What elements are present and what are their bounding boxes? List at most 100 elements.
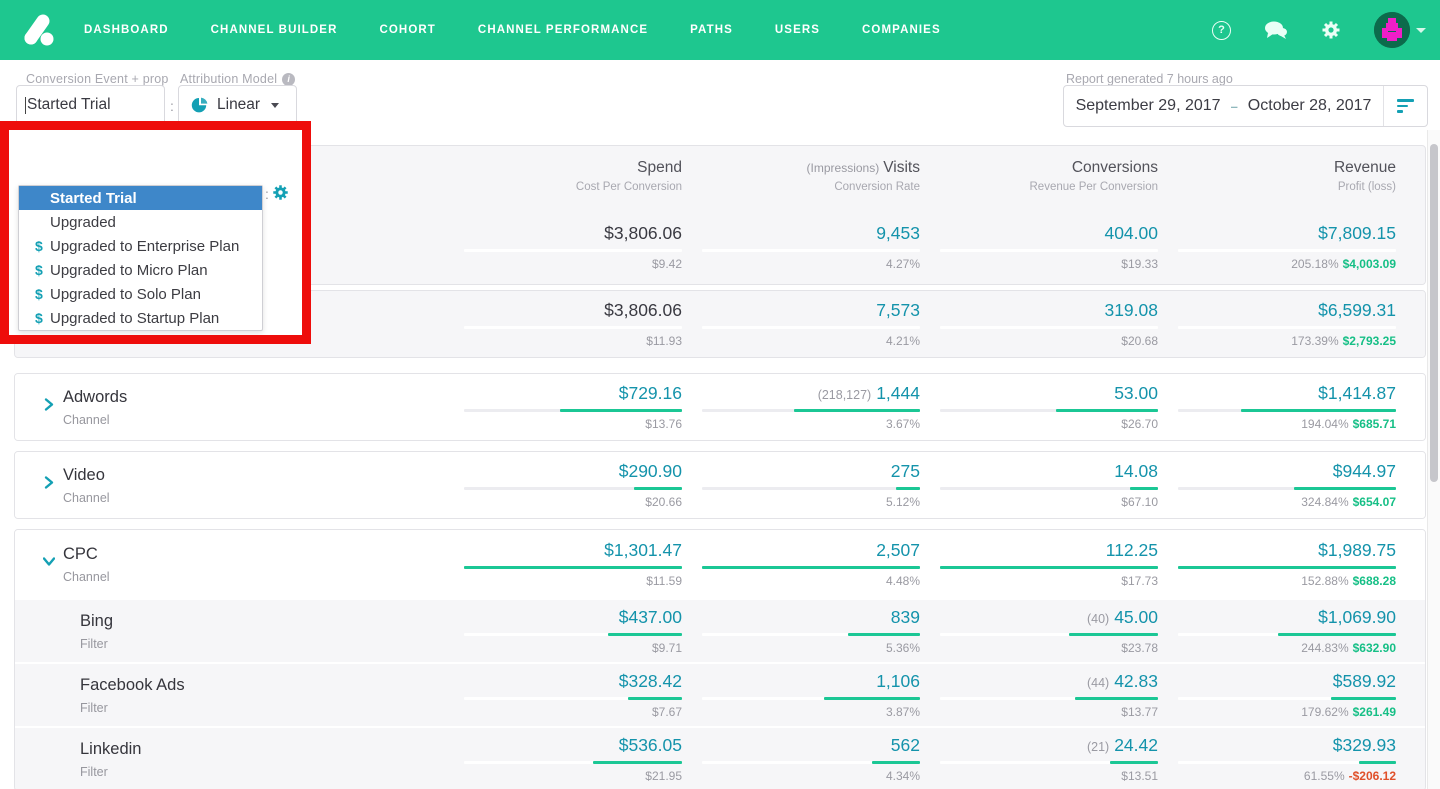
chevron-right-icon[interactable] [43,476,55,495]
avatar[interactable] [1374,12,1410,48]
event-menu-item-started-trial[interactable]: Started Trial [19,186,262,210]
separator-colon-2: : [265,186,269,202]
spend-value[interactable]: $729.16 [619,383,682,404]
total-revenue-cell: $7,809.15 205.18% $4,003.09 [1158,223,1396,271]
settings-gear-icon[interactable] [1321,20,1341,40]
visits-value[interactable]: 9,453 [876,223,920,244]
row-title[interactable]: Linkedin [80,740,444,759]
visits-value[interactable]: 275 [891,461,920,482]
event-menu-item-upgraded[interactable]: Upgraded [19,210,262,234]
event-menu-item-upgraded-to-startup-plan[interactable]: $ Upgraded to Startup Plan [19,306,262,330]
spend-value[interactable]: $536.05 [619,735,682,756]
revenue-value[interactable]: $589.92 [1333,671,1396,692]
visits-value[interactable]: (218,127) 1,444 [818,383,920,404]
conversions-value[interactable]: 112.25 [1106,540,1158,561]
attribution-model-label: Attribution Model i [180,72,296,86]
chevron-right-icon[interactable] [43,398,55,417]
conversions-value[interactable]: (40) 45.00 [1087,607,1158,628]
conversions-value[interactable]: 404.00 [1104,223,1158,244]
visits-value[interactable]: 2,507 [876,540,920,561]
column-header-visits[interactable]: (Impressions) Visits Conversion Rate [682,159,920,193]
spend-value[interactable]: $437.00 [619,607,682,628]
row-title[interactable]: Adwords [63,388,444,407]
visits-bar-fill [896,487,920,490]
spend-value[interactable]: $328.42 [619,671,682,692]
visits-value[interactable]: 562 [891,735,920,756]
spend-value[interactable]: $290.90 [619,461,682,482]
scrollbar-track[interactable] [1427,130,1440,789]
nav-item-users[interactable]: USERS [775,24,820,36]
profit-value: $685.71 [1352,417,1396,431]
event-settings-gear-icon[interactable] [272,184,289,206]
help-icon[interactable]: ? [1212,20,1231,40]
event-menu-item-upgraded-to-enterprise-plan[interactable]: $ Upgraded to Enterprise Plan [19,234,262,258]
app-logo-icon[interactable] [16,7,62,53]
chat-icon[interactable] [1264,20,1288,40]
conversions-value[interactable]: (21) 24.42 [1087,735,1158,756]
row-title[interactable]: Video [63,466,444,485]
revenue-value[interactable]: $1,989.75 [1318,540,1396,561]
nav-item-channel-performance[interactable]: CHANNEL PERFORMANCE [478,24,648,36]
date-range-end: October 28, 2017 [1247,97,1372,114]
chevron-down-icon[interactable] [42,555,56,574]
visits-bar-track [702,487,920,490]
table-row-facebook: Facebook Ads Filter $328.42 $7.67 1,106 3.87%… [15,662,1425,726]
table-row-adwords: Adwords Channel $729.16 $13.76 (218,127) 1,44… [15,374,1425,440]
spend-sub-value: $13.76 [645,417,682,431]
revenue-sub-value: 244.83% $632.90 [1301,641,1396,655]
paid-spend-cell: $3,806.06 $11.93 [444,300,682,348]
nav-item-cohort[interactable]: COHORT [379,24,435,36]
table-row-video: Video Channel $290.90 $20.66 275 5.12% 14.08 $6… [15,452,1425,518]
total-conversions-cell: 404.00 $19.33 [920,223,1158,271]
spend-bar-track [464,409,682,412]
revenue-value[interactable]: $329.93 [1333,735,1396,756]
spend-value: $3,806.06 [604,223,682,243]
scrollbar-thumb[interactable] [1430,144,1438,482]
column-header-spend[interactable]: Spend Cost Per Conversion [444,159,682,193]
info-icon[interactable]: i [282,72,296,86]
conversions-value[interactable]: (44) 42.83 [1087,671,1158,692]
column-header-revenue[interactable]: Revenue Profit (loss) [1158,159,1396,193]
row-title[interactable]: CPC [63,545,444,564]
revenue-value[interactable]: $6,599.31 [1318,300,1396,321]
conversion-event-input[interactable]: Started Trial [16,85,165,125]
revenue-value[interactable]: $1,069.90 [1318,607,1396,628]
column-header-conversions[interactable]: Conversions Revenue Per Conversion [920,159,1159,193]
event-menu-item-upgraded-to-micro-plan[interactable]: $ Upgraded to Micro Plan [19,258,262,282]
conversions-bar-fill [1055,409,1158,412]
revenue-value[interactable]: $1,414.87 [1318,383,1396,404]
conversions-value[interactable]: 14.08 [1114,461,1158,482]
spend-bar-fill [559,409,682,412]
revenue-value[interactable]: $944.97 [1333,461,1396,482]
spend-value[interactable]: $1,301.47 [604,540,682,561]
visits-value-prefix: (218,127) [817,388,872,402]
user-menu[interactable] [1374,12,1426,48]
nav-item-paths[interactable]: PATHS [690,24,733,36]
nav-item-channel-builder[interactable]: CHANNEL BUILDER [211,24,338,36]
visits-bar-fill [872,761,920,764]
profit-value: -$206.12 [1348,769,1396,783]
attribution-model-dropdown[interactable]: Linear [178,85,297,125]
visits-bar-fill [848,633,920,636]
nav-item-companies[interactable]: COMPANIES [862,24,941,36]
visits-sub-value: 4.48% [885,574,920,588]
nav-item-dashboard[interactable]: DASHBOARD [84,24,169,36]
row-title[interactable]: Bing [80,612,444,631]
row-title[interactable]: Facebook Ads [80,676,444,695]
conversions-bar-fill [1075,697,1158,700]
row-subtitle: Channel [63,490,110,505]
visits-value[interactable]: 7,573 [876,300,920,321]
visits-value[interactable]: 1,106 [876,671,920,692]
revenue-value[interactable]: $7,809.15 [1318,223,1396,244]
conversions-value[interactable]: 53.00 [1114,383,1158,404]
adwords-spend-cell: $729.16 $13.76 [444,383,682,431]
event-menu-item-upgraded-to-solo-plan[interactable]: $ Upgraded to Solo Plan [19,282,262,306]
event-menu-item-label: Upgraded to Micro Plan [50,261,208,279]
date-range-picker[interactable]: September 29, 2017 – October 28, 2017 [1063,85,1428,127]
conversions-value-prefix: (21) [1086,740,1110,754]
table-row-bing: Bing Filter $437.00 $9.71 839 5.36% (40) 45.00 $… [15,598,1425,662]
conversions-value[interactable]: 319.08 [1104,300,1158,321]
video-spend-cell: $290.90 $20.66 [444,461,682,509]
visits-value[interactable]: 839 [891,607,920,628]
date-filter-icon[interactable] [1383,86,1427,126]
